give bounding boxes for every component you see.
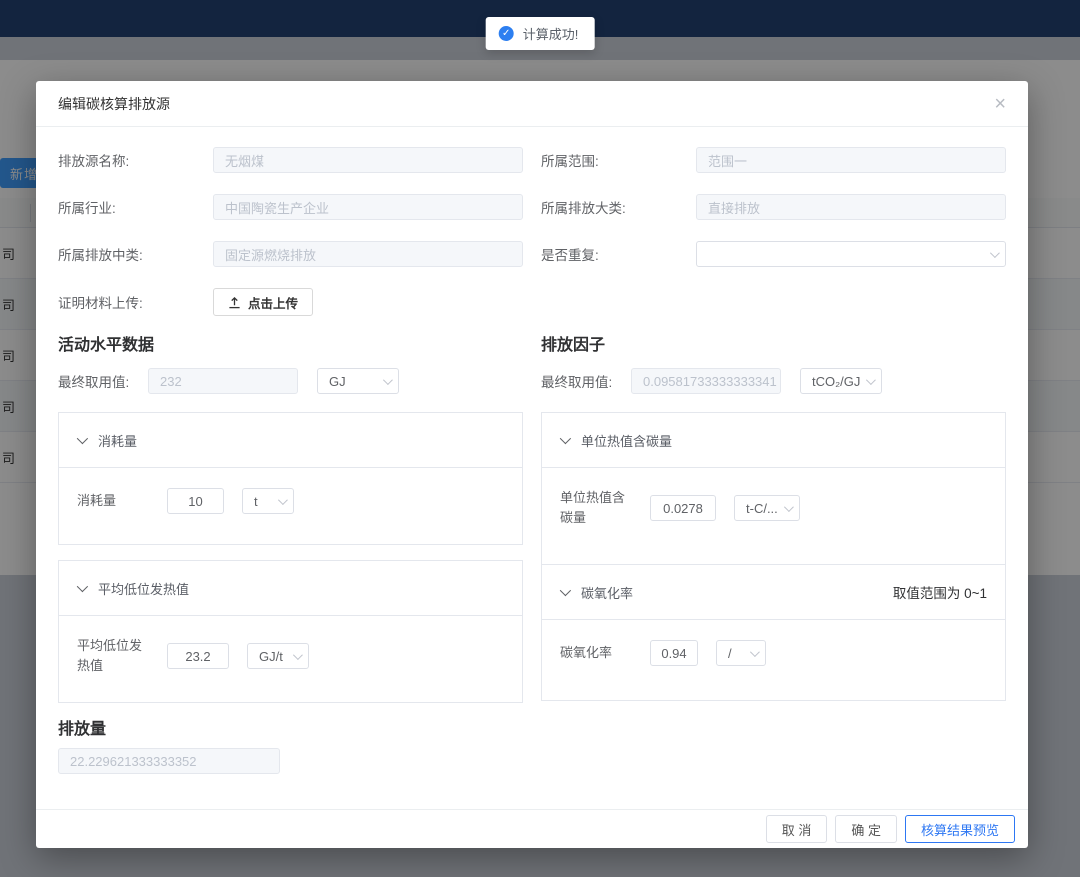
- cancel-button[interactable]: 取 消: [766, 815, 828, 843]
- panel-body: 消耗量 10 t: [59, 468, 522, 534]
- final-value-label: 最终取用值:: [541, 371, 631, 391]
- is-duplicate-select[interactable]: [696, 241, 1006, 267]
- chevron-down-icon: [77, 433, 88, 444]
- field-label: 所属范围:: [541, 150, 696, 170]
- chevron-down-icon: [278, 495, 288, 505]
- select-value: t-C/...: [746, 501, 778, 516]
- row-label: 消耗量: [77, 491, 149, 511]
- panel-title: 消耗量: [98, 431, 137, 450]
- field-label: 排放源名称:: [58, 150, 213, 170]
- panel-title: 单位热值含碳量: [581, 431, 672, 450]
- mid-category-input: 固定源燃烧排放: [213, 241, 523, 267]
- dialog-body: 排放源名称: 无烟煤 所属范围: 范围一 所属行业: 中国陶瓷生产企业 所属排放…: [36, 127, 1028, 774]
- section-title: 排放因子: [541, 331, 1006, 355]
- panel-header[interactable]: 消耗量: [59, 413, 522, 468]
- top-form: 排放源名称: 无烟煤 所属范围: 范围一 所属行业: 中国陶瓷生产企业 所属排放…: [58, 147, 1008, 316]
- consumption-panel: 消耗量 消耗量 10 t: [58, 412, 523, 545]
- field-label: 所属行业:: [58, 197, 213, 217]
- heating-value-panel: 平均低位发热值 平均低位发热值 23.2 GJ/t: [58, 560, 523, 703]
- upload-button[interactable]: 点击上传: [213, 288, 313, 316]
- panel-header[interactable]: 平均低位发热值: [59, 561, 522, 616]
- toast-notification: ✓ 计算成功!: [486, 17, 595, 50]
- section-title: 活动水平数据: [58, 331, 523, 355]
- field-label: 证明材料上传:: [58, 292, 213, 312]
- final-value-label: 最终取用值:: [58, 371, 148, 391]
- field-label: 所属排放中类:: [58, 244, 213, 264]
- oxidation-rate-unit-select[interactable]: /: [716, 640, 766, 666]
- select-value: t: [254, 494, 258, 509]
- select-value: tCO₂/GJ: [812, 374, 860, 389]
- panel-body: 平均低位发热值 23.2 GJ/t: [59, 616, 522, 696]
- activity-unit-select[interactable]: GJ: [317, 368, 399, 394]
- panel-title: 平均低位发热值: [98, 579, 189, 598]
- close-icon[interactable]: ×: [994, 94, 1006, 114]
- activity-section: 活动水平数据 最终取用值: 232 GJ 消耗量: [58, 331, 523, 703]
- chevron-down-icon: [560, 433, 571, 444]
- chevron-down-icon: [293, 650, 303, 660]
- chevron-down-icon: [750, 647, 760, 657]
- panel-header[interactable]: 碳氧化率 取值范围为 0~1: [542, 565, 1005, 620]
- empty-cell: [541, 288, 1006, 316]
- factor-section: 排放因子 最终取用值: 0.09581733333333341 tCO₂/GJ …: [541, 331, 1006, 703]
- panel-header[interactable]: 单位热值含碳量: [542, 413, 1005, 468]
- panel-title: 碳氧化率: [581, 583, 633, 602]
- field-scope: 所属范围: 范围一: [541, 147, 1006, 173]
- carbon-content-unit-select[interactable]: t-C/...: [734, 495, 800, 521]
- activity-final-input: 232: [148, 368, 298, 394]
- emission-result-input: 22.229621333333352: [58, 748, 280, 774]
- heating-value-unit-select[interactable]: GJ/t: [247, 643, 309, 669]
- screen: 新增 司 司 司 司 司 ✓ 计算成功! 编辑碳核算排放源 × 排放源名称: 无: [0, 0, 1080, 877]
- range-note: 取值范围为 0~1: [893, 582, 987, 602]
- major-category-input: 直接排放: [696, 194, 1006, 220]
- emission-section-title: 排放量: [58, 715, 1008, 739]
- factor-final-row: 最终取用值: 0.09581733333333341 tCO₂/GJ: [541, 368, 1006, 394]
- chevron-down-icon: [383, 375, 393, 385]
- upload-icon: [228, 296, 241, 309]
- field-label: 所属排放大类:: [541, 197, 696, 217]
- select-value: GJ/t: [259, 649, 283, 664]
- confirm-button[interactable]: 确 定: [835, 815, 897, 843]
- industry-input: 中国陶瓷生产企业: [213, 194, 523, 220]
- edit-emission-source-dialog: 编辑碳核算排放源 × 排放源名称: 无烟煤 所属范围: 范围一 所属行业: 中国…: [36, 81, 1028, 848]
- select-value: /: [728, 646, 732, 661]
- row-label: 碳氧化率: [560, 643, 632, 663]
- row-label: 平均低位发热值: [77, 636, 149, 676]
- carbon-content-input[interactable]: 0.0278: [650, 495, 716, 521]
- source-name-input: 无烟煤: [213, 147, 523, 173]
- field-is-duplicate: 是否重复:: [541, 241, 1006, 267]
- oxidation-rate-panel: 碳氧化率 取值范围为 0~1 碳氧化率 0.94 /: [541, 564, 1006, 701]
- chevron-down-icon: [560, 585, 571, 596]
- heating-value-input[interactable]: 23.2: [167, 643, 229, 669]
- chevron-down-icon: [990, 248, 1000, 258]
- row-label: 单位热值含碳量: [560, 488, 632, 528]
- consumption-input[interactable]: 10: [167, 488, 224, 514]
- panel-body: 碳氧化率 0.94 /: [542, 620, 1005, 686]
- field-upload: 证明材料上传: 点击上传: [58, 288, 523, 316]
- select-value: GJ: [329, 374, 346, 389]
- field-major-category: 所属排放大类: 直接排放: [541, 194, 1006, 220]
- field-label: 是否重复:: [541, 244, 696, 264]
- oxidation-rate-input[interactable]: 0.94: [650, 640, 698, 666]
- dialog-title: 编辑碳核算排放源: [58, 94, 170, 114]
- dialog-footer: 取 消 确 定 核算结果预览: [36, 809, 1028, 848]
- field-mid-category: 所属排放中类: 固定源燃烧排放: [58, 241, 523, 267]
- field-source-name: 排放源名称: 无烟煤: [58, 147, 523, 173]
- chevron-down-icon: [77, 581, 88, 592]
- field-industry: 所属行业: 中国陶瓷生产企业: [58, 194, 523, 220]
- check-circle-icon: ✓: [499, 26, 514, 41]
- preview-result-button[interactable]: 核算结果预览: [905, 815, 1015, 843]
- chevron-down-icon: [784, 502, 794, 512]
- consumption-unit-select[interactable]: t: [242, 488, 294, 514]
- upload-button-label: 点击上传: [248, 293, 298, 312]
- chevron-down-icon: [866, 375, 876, 385]
- panel-body: 单位热值含碳量 0.0278 t-C/...: [542, 468, 1005, 548]
- factor-unit-select[interactable]: tCO₂/GJ: [800, 368, 882, 394]
- toast-message: 计算成功!: [523, 24, 579, 43]
- scope-input: 范围一: [696, 147, 1006, 173]
- factor-final-input: 0.09581733333333341: [631, 368, 781, 394]
- data-sections: 活动水平数据 最终取用值: 232 GJ 消耗量: [58, 331, 1008, 703]
- dialog-header: 编辑碳核算排放源 ×: [36, 81, 1028, 127]
- activity-final-row: 最终取用值: 232 GJ: [58, 368, 523, 394]
- carbon-content-panel: 单位热值含碳量 单位热值含碳量 0.0278 t-C/...: [541, 412, 1006, 565]
